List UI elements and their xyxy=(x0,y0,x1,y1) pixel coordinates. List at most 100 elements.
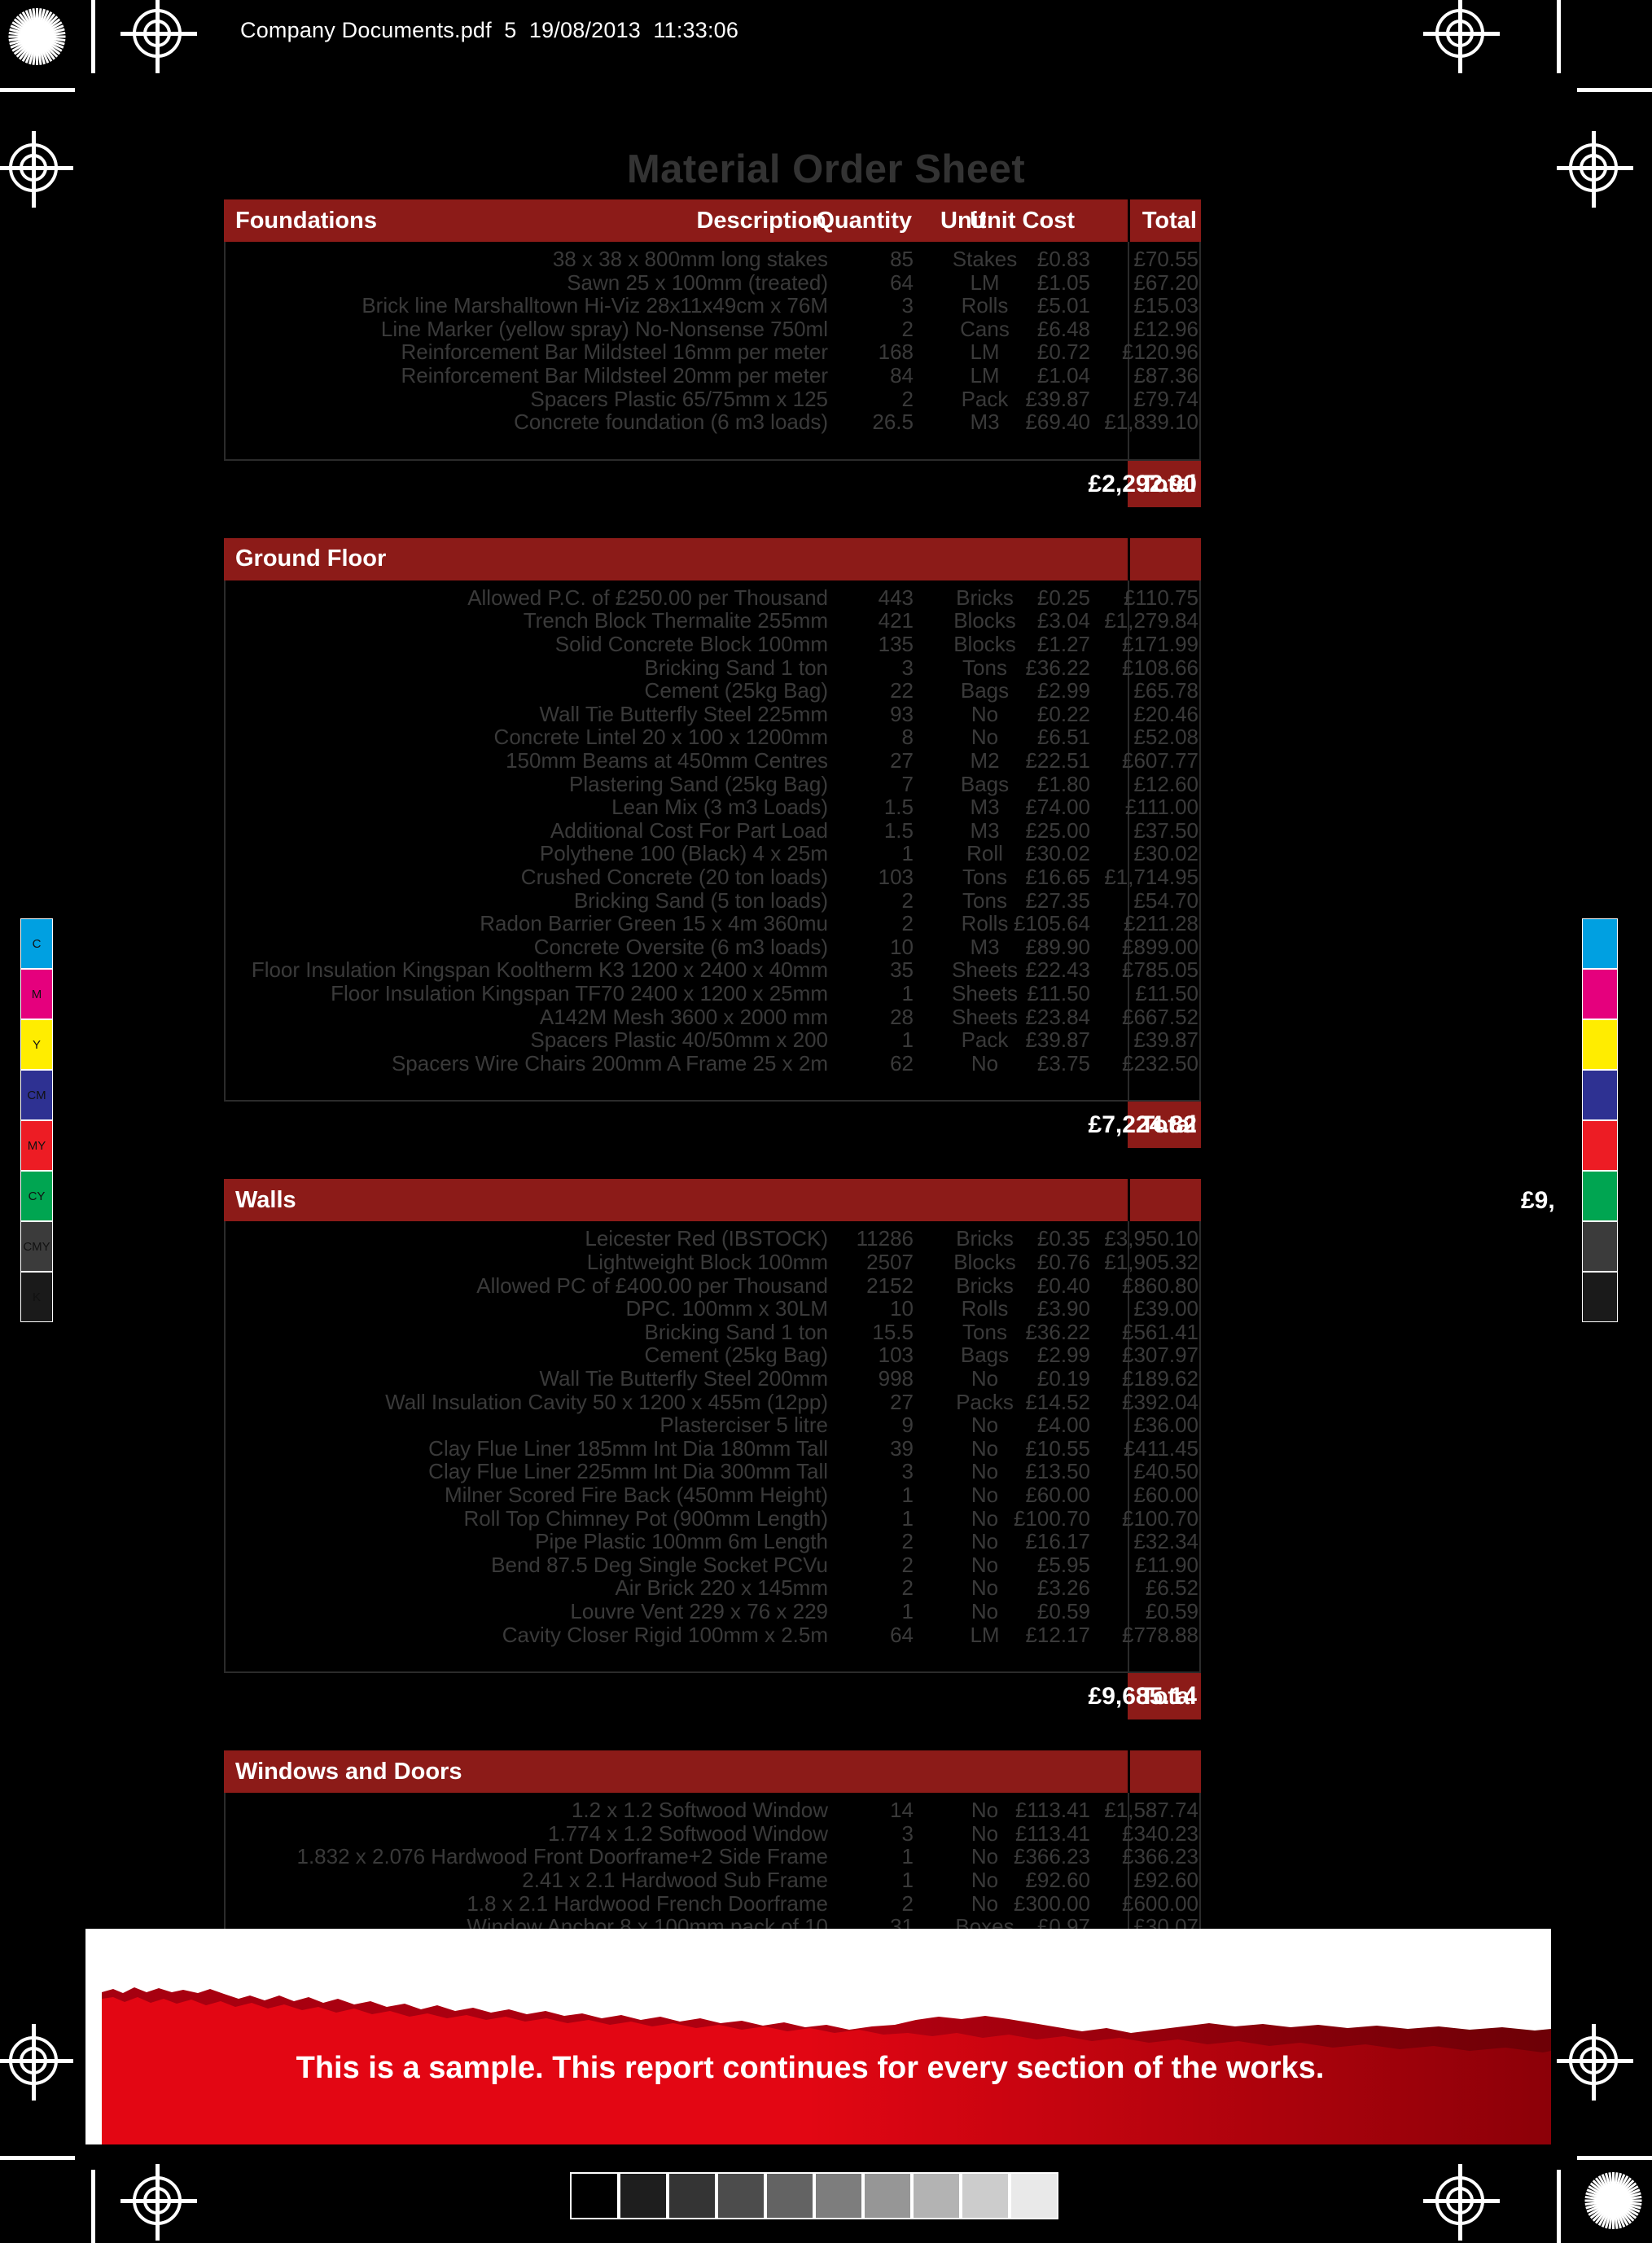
table-row: 1.2 x 1.2 Softwood Window 14 No £113.41 £1,5… xyxy=(226,1798,1199,1822)
cell-total: £778.88 xyxy=(1122,1622,1198,1647)
table-row: Line Marker (yellow spray) No-Nonsense 7… xyxy=(226,316,1199,341)
cell-total: £0.59 xyxy=(1145,1598,1198,1623)
cell-total: £667.52 xyxy=(1122,1004,1198,1029)
table-row: Clay Flue Liner 225mm Int Dia 300mm Tall… xyxy=(226,1459,1199,1483)
cell-total: £20.46 xyxy=(1133,701,1198,726)
cell-total: £1,905.32 xyxy=(1104,1249,1198,1274)
banner-message: This is a sample. This report continues … xyxy=(296,2051,1325,2085)
table-row: Cement (25kg Bag) 22 Bags £2.99 £65.78 xyxy=(226,678,1199,703)
table-row: Milner Scored Fire Back (450mm Height) 1 N… xyxy=(226,1482,1199,1507)
cell-total: £60.00 xyxy=(1133,1482,1198,1507)
cell-total: £3,950.10 xyxy=(1104,1226,1198,1251)
cell-total: £40.50 xyxy=(1133,1459,1198,1484)
band-column-divider xyxy=(1128,537,1130,580)
section-rows: Allowed P.C. of £250.00 per Thousand 443 B… xyxy=(224,580,1201,1102)
column-header-total: Total xyxy=(1142,208,1197,234)
cell-total: £1,714.95 xyxy=(1104,864,1198,889)
cell-total: £12.96 xyxy=(1133,316,1198,341)
cell-total: £52.08 xyxy=(1133,725,1198,750)
total-value: £9,685.14 xyxy=(1088,1683,1197,1711)
cell-total: £307.97 xyxy=(1122,1343,1198,1368)
total-value: £7,224.82 xyxy=(1088,1111,1197,1139)
section-header-band: Ground Floor xyxy=(224,537,1201,580)
document-page: Material Order Sheet Foundations Descript… xyxy=(0,0,1652,2243)
table-row: Plastering Sand (25kg Bag) 7 Bags £1.80 £12.… xyxy=(226,771,1199,796)
table-row: Cavity Closer Rigid 100mm x 2.5m 64 LM £12.… xyxy=(226,1622,1199,1647)
cell-total: £32.34 xyxy=(1133,1529,1198,1554)
cell-total: £70.55 xyxy=(1133,247,1198,271)
table-row: Lightweight Block 100mm 2507 Blocks £0.76 £1… xyxy=(226,1249,1199,1274)
table-row: Polythene 100 (Black) 4 x 25m 1 Roll £30.02… xyxy=(226,841,1199,865)
table-row: Floor Insulation Kingspan Kooltherm K3 1… xyxy=(226,957,1199,983)
section-title: Walls xyxy=(235,1186,296,1213)
table-row: 1.8 x 2.1 Hardwood French Doorframe 2 No £3… xyxy=(226,1890,1199,1916)
section-rows: 38 x 38 x 800mm long stakes 85 Stakes £0.83… xyxy=(224,242,1201,461)
page-title: Material Order Sheet xyxy=(626,147,1026,191)
cell-total: £860.80 xyxy=(1122,1273,1198,1298)
cell-total: £39.87 xyxy=(1133,1027,1198,1053)
cell-total: £1,279.84 xyxy=(1104,608,1198,633)
cell-total: £54.70 xyxy=(1133,887,1198,913)
section-header-band: Walls xyxy=(224,1179,1201,1222)
cell-total: £67.20 xyxy=(1133,269,1198,295)
cell-total: £6.52 xyxy=(1145,1575,1198,1601)
table-row: Solid Concrete Block 100mm 135 Blocks £1.27… xyxy=(226,631,1199,656)
section-total-row: Total £7,224.82 xyxy=(224,1102,1201,1149)
table-row: DPC. 100mm x 30LM 10 Rolls £3.90 £39.00 xyxy=(226,1296,1199,1321)
cell-total: £30.02 xyxy=(1133,841,1198,866)
table-row: 150mm Beams at 450mm Centres 27 M2 £22.51 £6… xyxy=(226,748,1199,773)
table-row: Lean Mix (3 m3 Loads) 1.5 M3 £74.00 £111.00 xyxy=(226,795,1199,820)
band-column-divider xyxy=(1128,1750,1130,1794)
table-row: Clay Flue Liner 185mm Int Dia 180mm Tall… xyxy=(226,1435,1199,1461)
table-row: Wall Insulation Cavity 50 x 1200 x 455m … xyxy=(226,1390,1199,1414)
sample-banner: This is a sample. This report continues … xyxy=(85,1929,1551,2144)
cell-total: £79.74 xyxy=(1133,386,1198,411)
cell-total: £36.00 xyxy=(1133,1413,1198,1438)
section-ground-floor: Ground Floor Allowed P.C. of £250.00 per … xyxy=(224,537,1201,1149)
section-title: Windows and Doors xyxy=(235,1758,462,1785)
table-row: Air Brick 220 x 145mm 2 No £3.26 £6.52 xyxy=(226,1575,1199,1601)
table-row: 38 x 38 x 800mm long stakes 85 Stakes £0.83… xyxy=(226,247,1199,271)
cell-total: £411.45 xyxy=(1123,1435,1198,1461)
table-row: Louvre Vent 229 x 76 x 229 1 No £0.59 £0.59 xyxy=(226,1599,1199,1623)
cell-total: £111.00 xyxy=(1124,795,1198,820)
cell-total: £37.50 xyxy=(1133,817,1198,843)
cell-total: £11.50 xyxy=(1135,980,1198,1005)
table-row: Spacers Plastic 40/50mm x 200 1 Pack £39.87… xyxy=(226,1027,1199,1053)
cell-total: £211.28 xyxy=(1123,911,1198,936)
table-row: Leicester Red (IBSTOCK) 11286 Bricks £0.35 £… xyxy=(226,1226,1199,1251)
table-row: A142M Mesh 3600 x 2000 mm 28 Sheets £23.84 £… xyxy=(226,1004,1199,1029)
section-total-row: Total £9,685.14 xyxy=(224,1673,1201,1720)
table-row: Brick line Marshalltown Hi-Viz 28x11x49c… xyxy=(226,293,1199,318)
cell-total: £87.36 xyxy=(1133,363,1198,388)
section-header-band: Windows and Doors xyxy=(224,1750,1201,1794)
cell-total: £110.75 xyxy=(1123,585,1198,610)
table-row: Bricking Sand 1 ton 3 Tons £36.22 £108.66 xyxy=(226,655,1199,680)
table-row: Bricking Sand 1 ton 15.5 Tons £36.22 £561.41 xyxy=(226,1320,1199,1344)
cell-total: £899.00 xyxy=(1122,934,1198,959)
table-row: Pipe Plastic 100mm 6m Length 2 No £16.17 £32… xyxy=(226,1529,1199,1553)
table-row: 1.774 x 1.2 Softwood Window 3 No £113.41 £34… xyxy=(226,1820,1199,1846)
cell-total: £600.00 xyxy=(1122,1890,1198,1916)
table-row: 2.41 x 2.1 Hardwood Sub Frame 1 No £92.60 £9… xyxy=(226,1867,1199,1892)
cell-total: £108.66 xyxy=(1122,655,1198,680)
cell-total: £189.62 xyxy=(1122,1365,1198,1391)
table-row: Concrete foundation (6 m3 loads) 26.5 M3 £6… xyxy=(226,410,1199,435)
table-row: Sawn 25 x 100mm (treated) 64 LM £1.05 £67.20 xyxy=(226,269,1199,295)
cell-total: £12.60 xyxy=(1133,771,1198,796)
cell-total: £92.60 xyxy=(1133,1867,1198,1892)
cell-total: £65.78 xyxy=(1133,678,1198,703)
table-row: Spacers Plastic 65/75mm x 125 2 Pack £39.87… xyxy=(226,386,1199,411)
cell-total: £1,839.10 xyxy=(1104,410,1198,435)
table-row: Allowed PC of £400.00 per Thousand 2152 Br… xyxy=(226,1273,1199,1298)
table-row: Trench Block Thermalite 255mm 421 Blocks £3… xyxy=(226,608,1199,633)
section-foundations: Foundations Description Quantity Unit Unit C… xyxy=(224,199,1201,507)
table-row: Cement (25kg Bag) 103 Bags £2.99 £307.97 xyxy=(226,1343,1199,1368)
cell-total: £785.05 xyxy=(1122,957,1198,983)
cell-total: £120.96 xyxy=(1122,340,1198,365)
table-row: Bricking Sand (5 ton loads) 2 Tons £27.35 £5… xyxy=(226,887,1199,913)
table-row: 1.832 x 2.076 Hardwood Front Doorframe+2… xyxy=(226,1844,1199,1868)
table-row: Bend 87.5 Deg Single Socket PCVu 2 No £5.95… xyxy=(226,1553,1199,1577)
cell-total: £340.23 xyxy=(1122,1820,1198,1846)
cell-total: £171.99 xyxy=(1122,631,1198,656)
